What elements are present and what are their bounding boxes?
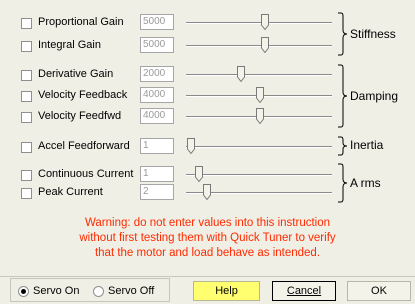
warning-line-3: that the motor and load behave as intend… (94, 247, 321, 259)
warning-line-1: Warning: do not enter values into this i… (84, 217, 331, 229)
integral-gain-checkbox[interactable] (21, 41, 32, 52)
derivative-gain-slider-track[interactable] (186, 74, 332, 76)
servo-on-label[interactable]: Servo On (33, 285, 79, 297)
warning-line-2: without first testing them with Quick Tu… (79, 232, 336, 244)
damping-group-label: Damping (350, 89, 399, 103)
velocity-feedback-label: Velocity Feedback (38, 89, 128, 101)
integral-gain-input[interactable]: 5000 (140, 37, 174, 53)
bottom-bar: Servo On Servo Off Help Cancel OK (0, 276, 415, 304)
proportional-gain-input[interactable]: 5000 (140, 14, 174, 30)
cancel-button[interactable]: Cancel (272, 281, 336, 301)
continuous-current-input[interactable]: 1 (140, 166, 174, 182)
row-accel-feedforward: Accel Feedforward 1 (0, 136, 340, 156)
help-button[interactable]: Help (193, 281, 260, 301)
servo-off-label[interactable]: Servo Off (108, 285, 154, 297)
row-velocity-feedfwd: Velocity Feedfwd 4000 (0, 106, 340, 126)
servo-on-radio[interactable] (18, 286, 29, 297)
accel-feedforward-label: Accel Feedforward (38, 140, 130, 152)
proportional-gain-slider-thumb[interactable] (261, 14, 269, 30)
velocity-feedback-input[interactable]: 4000 (140, 87, 174, 103)
peak-current-checkbox[interactable] (21, 188, 32, 199)
velocity-feedback-slider-thumb[interactable] (256, 87, 264, 103)
row-proportional-gain: Proportional Gain 5000 (0, 12, 340, 32)
stiffness-bracket (338, 12, 348, 56)
derivative-gain-input[interactable]: 2000 (140, 66, 174, 82)
accel-feedforward-checkbox[interactable] (21, 142, 32, 153)
continuous-current-slider-track[interactable] (186, 174, 332, 176)
integral-gain-label: Integral Gain (38, 39, 101, 51)
velocity-feedfwd-input[interactable]: 4000 (140, 108, 174, 124)
velocity-feedback-checkbox[interactable] (21, 91, 32, 102)
servo-on-radio-dot (21, 289, 26, 294)
peak-current-slider-thumb[interactable] (203, 184, 211, 200)
peak-current-label: Peak Current (38, 186, 103, 198)
continuous-current-slider-thumb[interactable] (195, 166, 203, 182)
servo-off-radio[interactable] (93, 286, 104, 297)
derivative-gain-slider-thumb[interactable] (237, 66, 245, 82)
row-integral-gain: Integral Gain 5000 (0, 35, 340, 55)
proportional-gain-checkbox[interactable] (21, 18, 32, 29)
ok-button[interactable]: OK (347, 281, 411, 301)
row-peak-current: Peak Current 2 (0, 182, 340, 202)
peak-current-input[interactable]: 2 (140, 184, 174, 200)
accel-feedforward-slider-thumb[interactable] (187, 138, 195, 154)
proportional-gain-label: Proportional Gain (38, 16, 124, 28)
velocity-feedfwd-checkbox[interactable] (21, 112, 32, 123)
proportional-gain-slider-track[interactable] (186, 22, 332, 24)
continuous-current-checkbox[interactable] (21, 170, 32, 181)
inertia-group-label: Inertia (350, 138, 384, 152)
damping-bracket (338, 64, 348, 128)
velocity-feedfwd-label: Velocity Feedfwd (38, 110, 122, 122)
continuous-current-label: Continuous Current (38, 168, 134, 180)
row-velocity-feedback: Velocity Feedback 4000 (0, 85, 340, 105)
arms-group-label: A rms (350, 176, 381, 190)
row-continuous-current: Continuous Current 1 (0, 164, 340, 184)
integral-gain-slider-track[interactable] (186, 45, 332, 47)
accel-feedforward-input[interactable]: 1 (140, 138, 174, 154)
warning-message: Warning: do not enter values into this i… (0, 216, 415, 261)
derivative-gain-label: Derivative Gain (38, 68, 114, 80)
inertia-bracket (338, 136, 348, 156)
accel-feedforward-slider-track[interactable] (186, 146, 332, 148)
stiffness-group-label: Stiffness (350, 27, 396, 41)
derivative-gain-checkbox[interactable] (21, 70, 32, 81)
velocity-feedfwd-slider-thumb[interactable] (256, 108, 264, 124)
row-derivative-gain: Derivative Gain 2000 (0, 64, 340, 84)
integral-gain-slider-thumb[interactable] (261, 37, 269, 53)
arms-bracket (338, 163, 348, 203)
